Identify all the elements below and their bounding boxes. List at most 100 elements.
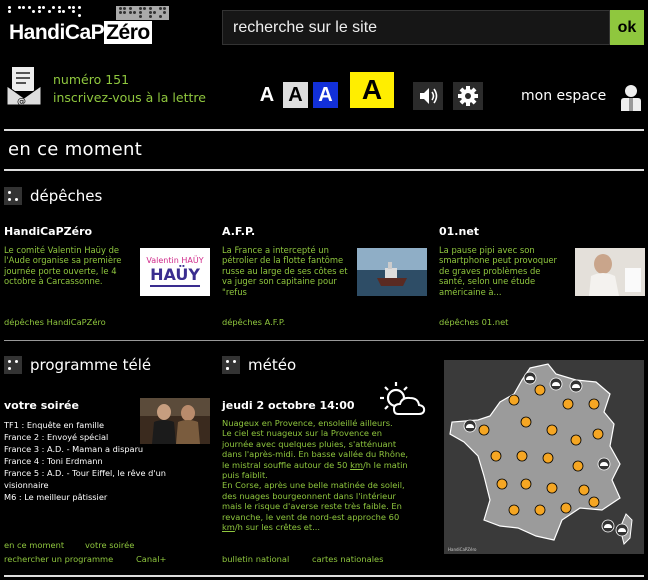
- news-source: HandiCaPZéro: [4, 225, 93, 238]
- tv-program-list: TF1 : Enquête en famille France 2 : Envo…: [4, 419, 184, 503]
- sun-marker-icon: [588, 496, 600, 508]
- search-box: [222, 10, 610, 45]
- meteo-bulletin: Nuageux en Provence, ensoleillé ailleurs…: [222, 418, 408, 533]
- sun-marker-icon: [560, 502, 572, 514]
- cloud-marker-icon: [549, 377, 563, 391]
- site-logo[interactable]: HandiCaPZéro: [6, 4, 169, 46]
- sun-marker-icon: [534, 504, 546, 516]
- sun-marker-icon: [562, 398, 574, 410]
- meteo-header: météo: [222, 356, 296, 374]
- news-source: 01.net: [439, 225, 480, 238]
- sun-marker-icon: [592, 428, 604, 440]
- news-image[interactable]: [575, 248, 645, 296]
- speaker-icon: [420, 88, 438, 104]
- footer-divider: [4, 575, 644, 577]
- user-icon[interactable]: [620, 84, 642, 112]
- sun-marker-icon: [478, 424, 490, 436]
- cloud-marker-icon: [597, 457, 611, 471]
- news-summary[interactable]: Le comité Valentin Haüy de l'Aude organi…: [4, 245, 132, 287]
- partly-cloudy-icon: [380, 382, 426, 415]
- newsletter-icon[interactable]: @: [6, 66, 42, 106]
- bathroom-photo: [575, 248, 645, 296]
- font-size-normal-button[interactable]: A: [257, 82, 277, 108]
- sun-marker-icon: [490, 450, 502, 462]
- tv-program-item[interactable]: TF1 : Enquête en famille: [4, 419, 184, 431]
- sun-marker-icon: [546, 424, 558, 436]
- news-source: A.F.P.: [222, 225, 256, 238]
- newsletter-subscribe-link[interactable]: inscrivez-vous à la lettre: [53, 90, 206, 105]
- sun-marker-icon: [578, 484, 590, 496]
- tv-header: programme télé: [4, 356, 151, 374]
- meteo-link-maps[interactable]: cartes nationales: [312, 554, 383, 564]
- tv-link-canalplus[interactable]: Canal+: [136, 554, 166, 564]
- depeches-header: dépêches: [4, 187, 102, 205]
- cloud-marker-icon: [463, 419, 477, 433]
- svg-text:HAÜY: HAÜY: [150, 265, 200, 284]
- cloud-marker-icon: [523, 371, 537, 385]
- newsletter-number-link[interactable]: numéro 151: [53, 72, 129, 87]
- news-summary[interactable]: La pause pipi avec son smartphone peut p…: [439, 245, 567, 297]
- sun-marker-icon: [496, 478, 508, 490]
- braille-decoration-right: [116, 6, 169, 20]
- font-size-contrast-blue-button[interactable]: A: [313, 82, 338, 108]
- tv-title: programme télé: [30, 356, 152, 374]
- cloud-marker-icon: [569, 379, 583, 393]
- sun-marker-icon: [546, 482, 558, 494]
- braille-decoration-left: [8, 6, 85, 20]
- tv-program-item[interactable]: France 5 : A.D. - Tour Eiffel, le rêve d…: [4, 467, 184, 491]
- cloud-marker-icon: [601, 519, 615, 533]
- cloud-marker-icon: [615, 523, 629, 537]
- font-size-large-button[interactable]: A: [350, 72, 394, 108]
- logo-text: HandiCaPZéro: [9, 21, 152, 44]
- sun-marker-icon: [588, 398, 600, 410]
- sun-marker-icon: [534, 384, 546, 396]
- meteo-title: météo: [248, 356, 297, 374]
- sun-marker-icon: [520, 416, 532, 428]
- news-image[interactable]: [357, 248, 427, 296]
- sun-marker-icon: [508, 394, 520, 406]
- tv-program-item[interactable]: France 2 : Envoyé spécial: [4, 431, 184, 443]
- page-title: en ce moment: [8, 139, 143, 160]
- valentin-hauy-logo: Valentin HAÜY HAÜY: [146, 255, 204, 287]
- braille-dots-icon: [222, 356, 240, 374]
- gear-icon: [458, 86, 478, 106]
- sun-marker-icon: [508, 504, 520, 516]
- meteo-date: jeudi 2 octobre 14:00: [222, 399, 355, 412]
- map-credit: HandiCaPZéro: [448, 547, 477, 552]
- tanker-photo: [357, 248, 427, 296]
- news-more-link[interactable]: dépêches 01.net: [439, 317, 508, 327]
- news-image[interactable]: Valentin HAÜY HAÜY: [140, 248, 210, 296]
- news-summary[interactable]: La France a intercepté un pétrolier de l…: [222, 245, 350, 297]
- settings-button[interactable]: [453, 82, 483, 110]
- france-map-icon: [449, 363, 633, 545]
- meteo-link-national[interactable]: bulletin national: [222, 554, 289, 564]
- sun-marker-icon: [570, 434, 582, 446]
- tv-link-search[interactable]: rechercher un programme: [4, 554, 113, 564]
- title-divider: [4, 169, 644, 171]
- weather-map[interactable]: HandiCaPZéro: [444, 360, 644, 554]
- speaker-button[interactable]: [413, 82, 443, 110]
- font-size-contrast-light-button[interactable]: A: [283, 82, 308, 108]
- search-submit-button[interactable]: ok: [610, 10, 644, 45]
- sun-marker-icon: [572, 460, 584, 472]
- section-divider: [4, 340, 644, 341]
- tv-program-item[interactable]: France 4 : Toni Erdmann: [4, 455, 184, 467]
- tv-subtitle: votre soirée: [4, 399, 79, 412]
- tv-program-item[interactable]: M6 : Le meilleur pâtissier: [4, 491, 184, 503]
- sun-marker-icon: [520, 478, 532, 490]
- news-more-link[interactable]: dépêches A.F.P.: [222, 317, 285, 327]
- svg-text:@: @: [17, 97, 26, 106]
- tv-program-item[interactable]: France 3 : A.D. - Maman a disparu: [4, 443, 184, 455]
- svg-text:Valentin HAÜY: Valentin HAÜY: [146, 255, 203, 265]
- news-more-link[interactable]: dépêches HandiCaPZéro: [4, 317, 106, 327]
- braille-dots-icon: [4, 187, 22, 205]
- sun-marker-icon: [542, 452, 554, 464]
- depeches-title: dépêches: [30, 187, 103, 205]
- braille-dots-icon: [4, 356, 22, 374]
- sun-marker-icon: [516, 450, 528, 462]
- tv-link-evening[interactable]: votre soirée: [85, 540, 134, 550]
- tv-link-now[interactable]: en ce moment: [4, 540, 64, 550]
- my-space-link[interactable]: mon espace: [521, 88, 606, 104]
- search-input[interactable]: [223, 11, 609, 44]
- header-divider: [4, 129, 644, 131]
